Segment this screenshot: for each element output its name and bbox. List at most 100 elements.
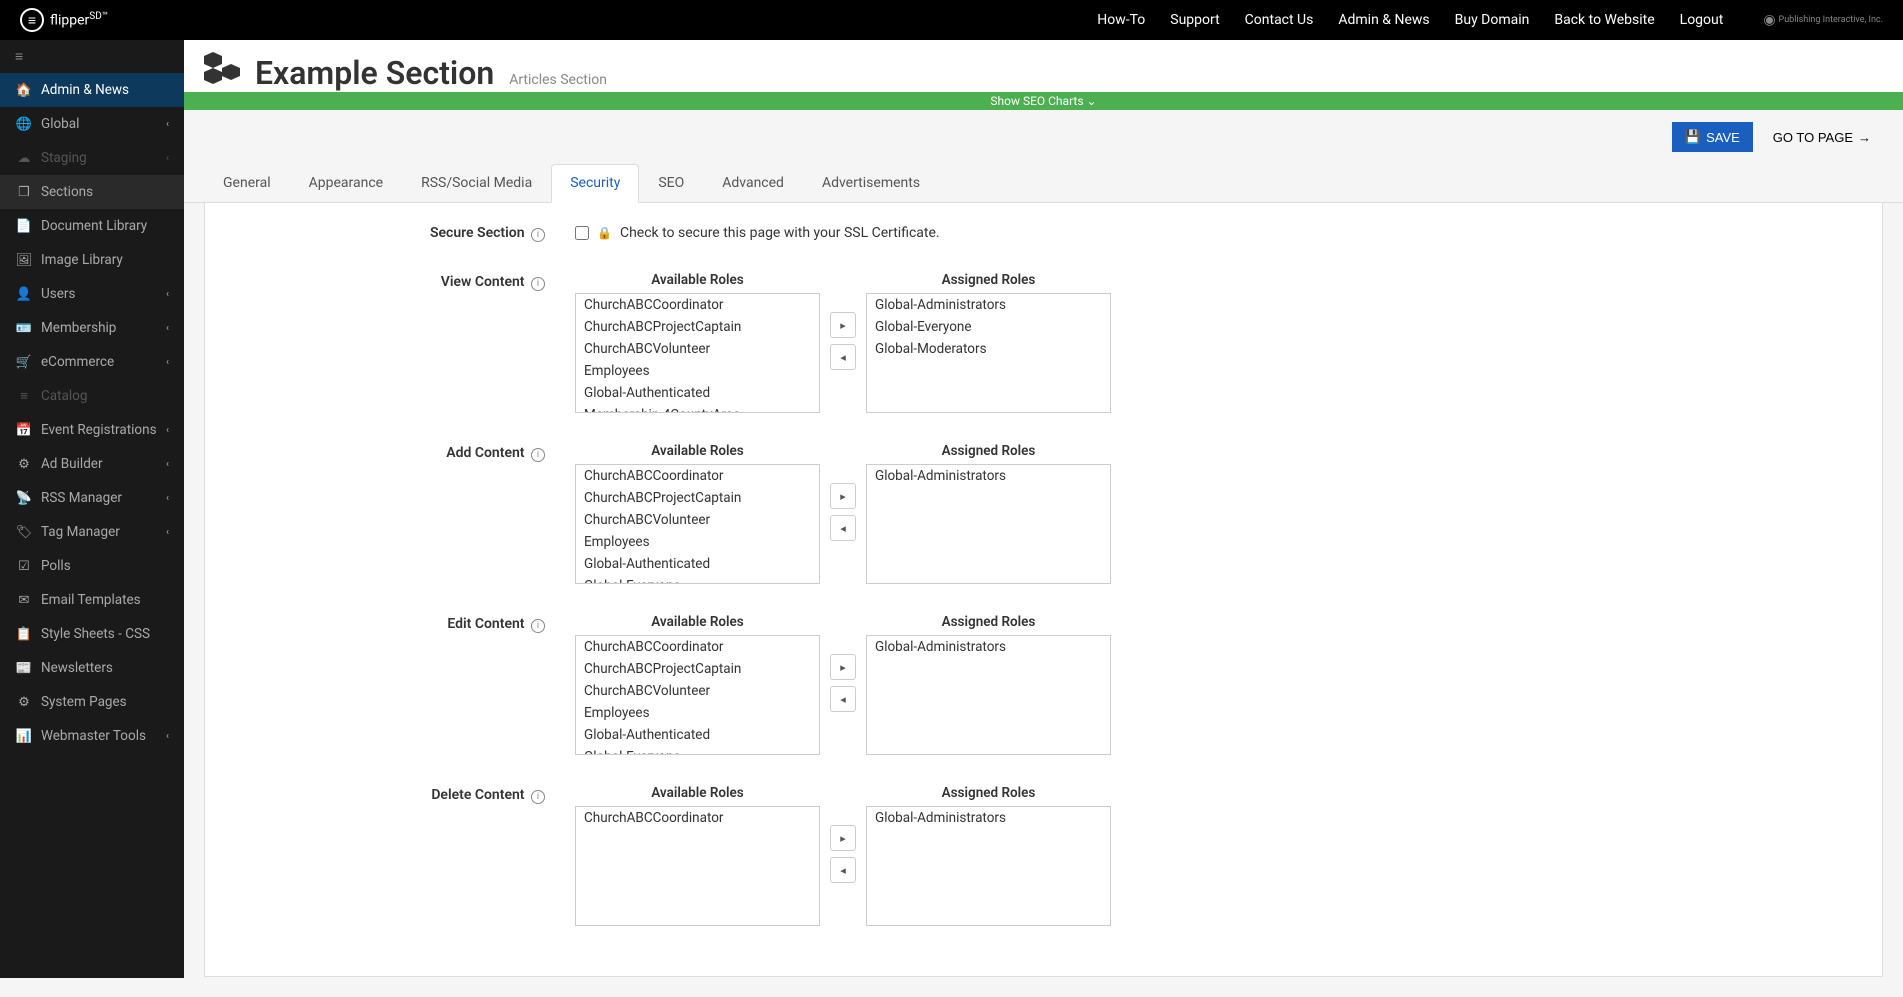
sidebar-item-label: System Pages — [41, 694, 127, 710]
sidebar-item-email-templates[interactable]: ✉Email Templates — [0, 583, 184, 617]
list-item[interactable]: Global-Administrators — [867, 636, 1110, 658]
move-right-button[interactable]: ▸ — [830, 312, 856, 338]
list-item[interactable]: Global-Moderators — [867, 338, 1110, 360]
lock-icon: 🔒 — [597, 226, 612, 240]
assigned-roles-list[interactable]: Global-Administrators — [866, 806, 1111, 926]
list-item[interactable]: Membership 4CountyArea — [576, 404, 819, 413]
top-nav-link[interactable]: Support — [1170, 12, 1219, 28]
top-nav-link[interactable]: How-To — [1097, 12, 1145, 28]
secure-section-checkbox[interactable] — [575, 226, 589, 240]
sidebar-item-label: Webmaster Tools — [41, 728, 146, 744]
publisher-logo: ◉Publishing Interactive, Inc. — [1763, 12, 1883, 28]
sidebar-item-sections[interactable]: ❒Sections — [0, 175, 184, 209]
list-item[interactable]: ChurchABCVolunteer — [576, 338, 819, 360]
list-item[interactable]: Global-Everyone — [867, 316, 1110, 338]
top-nav-link[interactable]: Logout — [1680, 12, 1724, 28]
tab-advertisements[interactable]: Advertisements — [803, 164, 939, 202]
list-item[interactable]: Global-Everyone — [576, 746, 819, 755]
home-icon: 🏠 — [15, 83, 33, 98]
sidebar-item-rss-manager[interactable]: 📡RSS Manager‹ — [0, 481, 184, 515]
list-item[interactable]: ChurchABCProjectCaptain — [576, 658, 819, 680]
top-nav-link[interactable]: Contact Us — [1245, 12, 1314, 28]
list-item[interactable]: Employees — [576, 702, 819, 724]
top-nav-link[interactable]: Back to Website — [1554, 12, 1654, 28]
top-nav-link[interactable]: Buy Domain — [1455, 12, 1530, 28]
tab-general[interactable]: General — [204, 164, 290, 202]
info-icon[interactable]: i — [531, 790, 545, 804]
sidebar-item-polls[interactable]: ☑Polls — [0, 549, 184, 583]
available-roles-list[interactable]: ChurchABCCoordinatorChurchABCProjectCapt… — [575, 635, 820, 755]
list-item[interactable]: ChurchABCVolunteer — [576, 680, 819, 702]
move-left-button[interactable]: ◂ — [830, 686, 856, 712]
list-item[interactable]: Global-Authenticated — [576, 724, 819, 746]
sidebar-item-event-registrations[interactable]: 📅Event Registrations‹ — [0, 413, 184, 447]
sidebar-item-system-pages[interactable]: ⚙System Pages — [0, 685, 184, 719]
list-item[interactable]: ChurchABCCoordinator — [576, 294, 819, 316]
tab-advanced[interactable]: Advanced — [703, 164, 803, 202]
available-roles-list[interactable]: ChurchABCCoordinator — [575, 806, 820, 926]
list-item[interactable]: ChurchABCProjectCaptain — [576, 487, 819, 509]
list-item[interactable]: ChurchABCCoordinator — [576, 807, 819, 829]
available-roles-list[interactable]: ChurchABCCoordinatorChurchABCProjectCapt… — [575, 464, 820, 584]
list-item[interactable]: Global-Authenticated — [576, 382, 819, 404]
info-icon[interactable]: i — [531, 228, 545, 242]
list-item[interactable]: Employees — [576, 360, 819, 382]
list-item[interactable]: Global-Administrators — [867, 807, 1110, 829]
sidebar-item-style-sheets-css[interactable]: 📋Style Sheets - CSS — [0, 617, 184, 651]
role-section-label: View Content i — [235, 272, 575, 413]
tag-icon: 🏷 — [15, 525, 33, 540]
page-subtitle: Articles Section — [509, 72, 607, 88]
sidebar-item-users[interactable]: 👤Users‹ — [0, 277, 184, 311]
arrow-right-icon: → — [1858, 130, 1871, 145]
list-item[interactable]: ChurchABCProjectCaptain — [576, 316, 819, 338]
sidebar-item-webmaster-tools[interactable]: 📊Webmaster Tools‹ — [0, 719, 184, 753]
tab-appearance[interactable]: Appearance — [290, 164, 402, 202]
logo[interactable]: ≡ flipperSD™ — [20, 8, 108, 32]
move-left-button[interactable]: ◂ — [830, 344, 856, 370]
seo-charts-toggle[interactable]: Show SEO Charts ⌄ — [184, 92, 1903, 110]
list-item[interactable]: ChurchABCCoordinator — [576, 465, 819, 487]
sidebar-item-ad-builder[interactable]: ⚙Ad Builder‹ — [0, 447, 184, 481]
sidebar-item-image-library[interactable]: 🖼Image Library — [0, 243, 184, 277]
info-icon[interactable]: i — [531, 448, 545, 462]
move-right-button[interactable]: ▸ — [830, 483, 856, 509]
assigned-roles-list[interactable]: Global-AdministratorsGlobal-EveryoneGlob… — [866, 293, 1111, 413]
move-left-button[interactable]: ◂ — [830, 515, 856, 541]
sidebar-item-global[interactable]: 🌐Global‹ — [0, 107, 184, 141]
move-right-button[interactable]: ▸ — [830, 825, 856, 851]
sidebar-item-newsletters[interactable]: 📰Newsletters — [0, 651, 184, 685]
sidebar-item-label: Newsletters — [41, 660, 113, 676]
role-section-label: Edit Content i — [235, 614, 575, 755]
assigned-roles-list[interactable]: Global-Administrators — [866, 635, 1111, 755]
sidebar-item-ecommerce[interactable]: 🛒eCommerce‹ — [0, 345, 184, 379]
sidebar-item-label: Admin & News — [41, 82, 129, 98]
sidebar-item-membership[interactable]: 🪪Membership‹ — [0, 311, 184, 345]
list-item[interactable]: ChurchABCVolunteer — [576, 509, 819, 531]
tab-seo[interactable]: SEO — [639, 164, 703, 202]
move-left-button[interactable]: ◂ — [830, 857, 856, 883]
sidebar-item-document-library[interactable]: 📄Document Library — [0, 209, 184, 243]
info-icon[interactable]: i — [531, 619, 545, 633]
sidebar-item-admin-news[interactable]: 🏠 Admin & News — [0, 73, 184, 107]
sidebar-item-tag-manager[interactable]: 🏷Tag Manager‹ — [0, 515, 184, 549]
goto-page-button[interactable]: GO TO PAGE → — [1761, 122, 1883, 152]
list-item[interactable]: Employees — [576, 531, 819, 553]
list-item[interactable]: ChurchABCCoordinator — [576, 636, 819, 658]
list-item[interactable]: Global-Administrators — [867, 294, 1110, 316]
move-right-button[interactable]: ▸ — [830, 654, 856, 680]
save-button[interactable]: 💾 SAVE — [1672, 122, 1753, 152]
tab-security[interactable]: Security — [551, 164, 639, 203]
list-item[interactable]: Global-Everyone — [576, 575, 819, 584]
sidebar-item-label: Document Library — [41, 218, 147, 234]
globe-icon: 🌐 — [15, 117, 33, 132]
available-roles-list[interactable]: ChurchABCCoordinatorChurchABCProjectCapt… — [575, 293, 820, 413]
list-item[interactable]: Global-Administrators — [867, 465, 1110, 487]
assigned-roles-list[interactable]: Global-Administrators — [866, 464, 1111, 584]
top-nav-link[interactable]: Admin & News — [1338, 12, 1429, 28]
tab-rss-social-media[interactable]: RSS/Social Media — [402, 164, 551, 202]
list-item[interactable]: Global-Authenticated — [576, 553, 819, 575]
info-icon[interactable]: i — [531, 277, 545, 291]
sidebar-item-label: Global — [41, 116, 79, 132]
sidebar-item-label: Style Sheets - CSS — [41, 626, 150, 642]
hamburger-toggle[interactable]: ≡ — [0, 40, 184, 73]
